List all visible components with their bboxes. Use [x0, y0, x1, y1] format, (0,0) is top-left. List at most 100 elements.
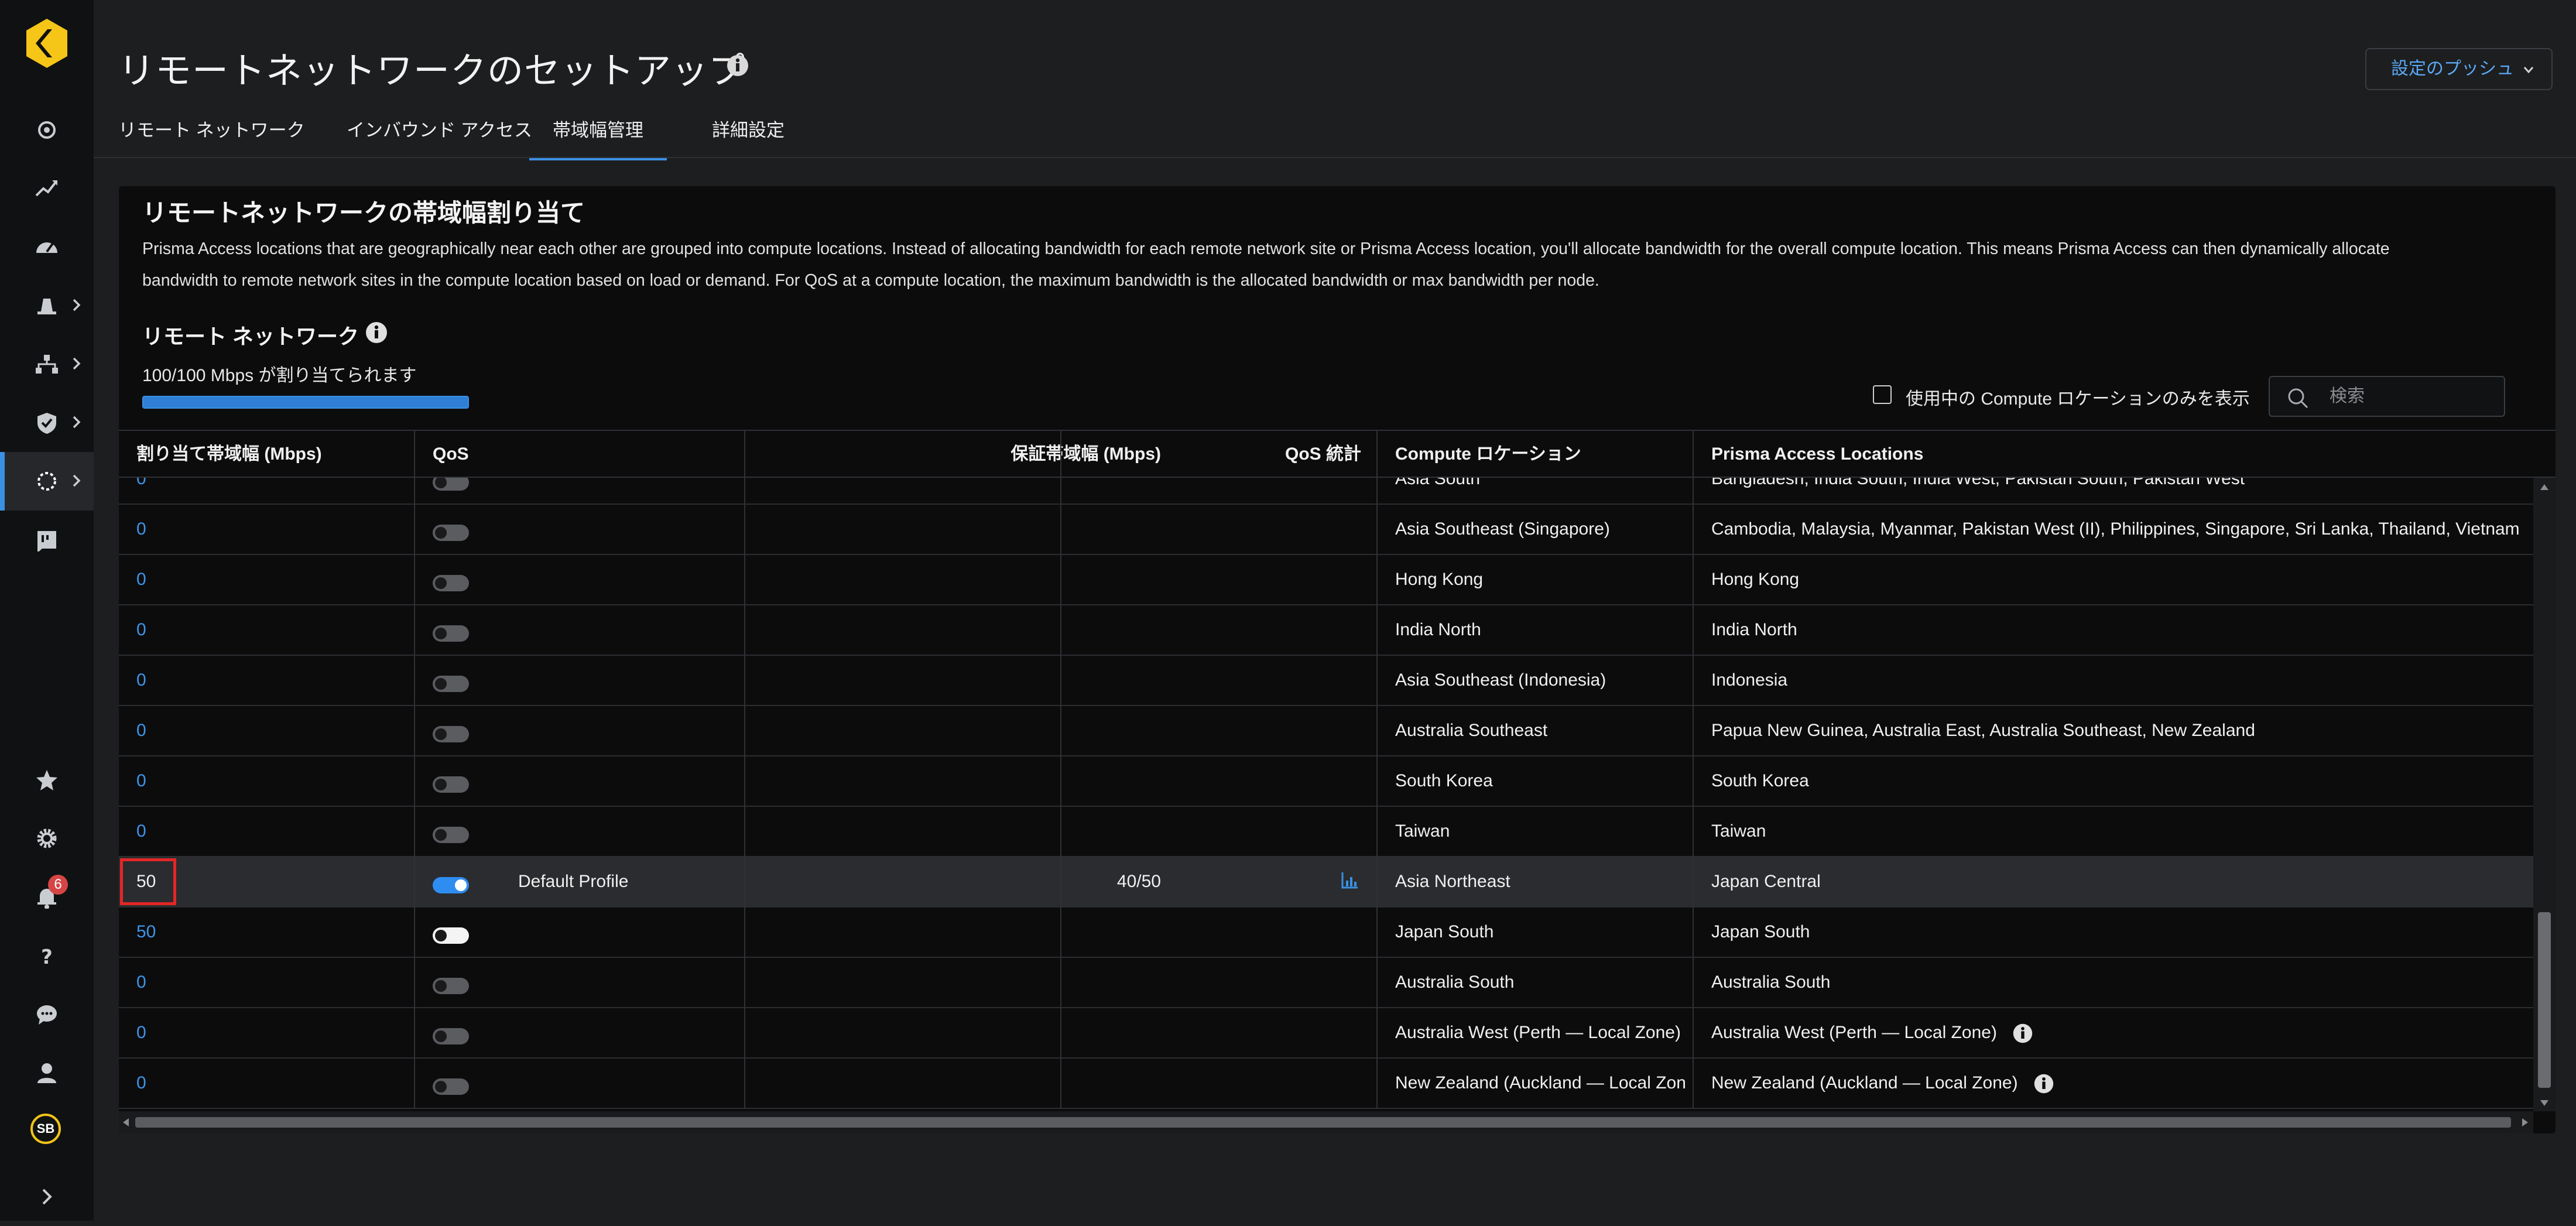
horizontal-scrollbar[interactable]: [119, 1111, 2533, 1133]
bandwidth-value[interactable]: 0: [136, 605, 146, 655]
section-title: リモートネットワークの帯域幅割り当て: [142, 199, 585, 227]
sidebar-item-favorites[interactable]: [0, 751, 94, 809]
info-icon[interactable]: [2018, 1073, 2054, 1094]
table-row[interactable]: 0 India North India North: [119, 605, 2533, 656]
qos-toggle[interactable]: [433, 525, 469, 541]
qos-toggle[interactable]: [433, 776, 469, 793]
bandwidth-value[interactable]: 0: [136, 478, 146, 504]
qos-toggle[interactable]: [433, 575, 469, 591]
col-header-compute-location[interactable]: Compute ロケーション: [1395, 431, 1581, 478]
sidebar-item-incidents[interactable]: [0, 511, 94, 569]
table-row[interactable]: 0 Australia Southeast Papua New Guinea, Au…: [119, 706, 2533, 756]
qos-toggle[interactable]: [433, 726, 469, 742]
compute-location: Australia Southeast: [1395, 721, 1548, 740]
bandwidth-value[interactable]: 0: [136, 958, 146, 1007]
chevron-down-icon: [2523, 67, 2534, 74]
sidebar-item-security[interactable]: [0, 393, 94, 452]
scroll-down-icon[interactable]: [2540, 1100, 2549, 1107]
column-divider: [1693, 478, 1694, 505]
column-divider: [744, 555, 745, 605]
search-input[interactable]: [2328, 384, 2495, 409]
bandwidth-value[interactable]: 0: [136, 1008, 146, 1057]
vertical-scrollbar[interactable]: [2533, 478, 2556, 1111]
bandwidth-value[interactable]: 0: [136, 756, 146, 806]
table-row[interactable]: 0 Australia West (Perth — Local Zone) Aust…: [119, 1008, 2533, 1059]
vertical-scrollbar-thumb[interactable]: [2538, 912, 2551, 1088]
compute-location: Hong Kong: [1395, 570, 1484, 589]
tab-bandwidth-management[interactable]: 帯域幅管理: [529, 117, 667, 160]
col-header-qos[interactable]: QoS: [433, 431, 469, 478]
qos-toggle[interactable]: [433, 927, 469, 944]
scroll-left-icon[interactable]: [122, 1118, 129, 1127]
bandwidth-value[interactable]: 0: [136, 1059, 146, 1108]
qos-toggle[interactable]: [433, 978, 469, 994]
bandwidth-value[interactable]: 50: [136, 907, 156, 957]
bandwidth-value[interactable]: 0: [136, 505, 146, 554]
table-row[interactable]: 0 South Korea South Korea: [119, 756, 2533, 807]
table-row[interactable]: 0 Australia South Australia South: [119, 958, 2533, 1008]
col-header-bandwidth[interactable]: 割り当て帯域幅 (Mbps): [136, 431, 322, 478]
compute-location: Asia Southeast (Singapore): [1395, 519, 1610, 539]
sidebar-item-expand[interactable]: [0, 1167, 94, 1226]
col-header-qos-stats[interactable]: QoS 統計: [1196, 431, 1361, 478]
sidebar-item-chat[interactable]: [0, 985, 94, 1043]
prisma-access-locations: Cambodia, Malaysia, Myanmar, Pakistan We…: [1711, 505, 2531, 554]
sidebar-item-dashboard[interactable]: [0, 218, 94, 276]
sidebar-item-workflows[interactable]: [0, 452, 94, 511]
qos-toggle[interactable]: [433, 478, 469, 491]
prisma-access-locations-text: New Zealand (Auckland — Local Zone): [1711, 1073, 2018, 1093]
tab-inbound-access[interactable]: インバウンド アクセス: [347, 117, 532, 157]
bandwidth-value[interactable]: 0: [136, 656, 146, 705]
avatar[interactable]: SB: [30, 1114, 61, 1144]
qos-toggle[interactable]: [433, 625, 469, 642]
push-config-button[interactable]: 設定のプッシュ: [2365, 48, 2553, 90]
table-row[interactable]: 0 Asia Southeast (Indonesia) Indonesia: [119, 656, 2533, 706]
table-row[interactable]: 0 Asia South Bangladesh, India South, Indi…: [119, 478, 2533, 505]
sidebar-item-help[interactable]: ?: [0, 926, 94, 985]
column-divider: [1693, 656, 1694, 706]
info-icon[interactable]: [1997, 1023, 2033, 1043]
info-icon[interactable]: [726, 54, 749, 77]
prisma-logo-icon[interactable]: [26, 19, 67, 68]
sidebar-item-avatar[interactable]: SB: [0, 1102, 94, 1160]
col-header-prisma-access-locations[interactable]: Prisma Access Locations: [1711, 431, 1923, 478]
remote-networks-subtitle: リモート ネットワーク: [142, 324, 359, 348]
tab-remote-networks[interactable]: リモート ネットワーク: [118, 117, 305, 157]
qos-toggle[interactable]: [433, 827, 469, 843]
column-divider: [1693, 857, 1694, 907]
sidebar-item-activity[interactable]: [0, 101, 94, 159]
table-row[interactable]: 0 Hong Kong Hong Kong: [119, 555, 2533, 605]
bandwidth-value[interactable]: 0: [136, 807, 146, 856]
in-use-only-checkbox[interactable]: [1873, 385, 1892, 404]
prisma-access-locations: Japan Central: [1711, 857, 2531, 906]
scroll-right-icon[interactable]: [2522, 1118, 2529, 1127]
table-row[interactable]: 0 Taiwan Taiwan: [119, 807, 2533, 857]
table-row[interactable]: 50 Japan South Japan South: [119, 907, 2533, 958]
table-row[interactable]: 50 Default Profile 40/50 Asia Northeast Japa…: [119, 857, 2533, 907]
col-header-guaranteed[interactable]: 保証帯域幅 (Mbps): [896, 431, 1161, 478]
qos-toggle[interactable]: [433, 1078, 469, 1095]
prisma-access-locations: South Korea: [1711, 756, 2531, 806]
qos-stats-chart-icon[interactable]: [1340, 870, 1360, 890]
column-divider: [744, 958, 745, 1008]
sidebar-item-user[interactable]: [0, 1043, 94, 1102]
column-divider: [1060, 756, 1061, 807]
scroll-up-icon[interactable]: [2540, 484, 2549, 491]
sidebar-item-alerts[interactable]: [0, 276, 94, 335]
info-icon[interactable]: [365, 321, 388, 344]
bandwidth-value[interactable]: 0: [136, 706, 146, 755]
sidebar-item-settings[interactable]: [0, 809, 94, 868]
column-divider: [1693, 505, 1694, 555]
tab-advanced-settings[interactable]: 詳細設定: [712, 117, 785, 157]
qos-toggle[interactable]: [433, 1028, 469, 1045]
table-row[interactable]: 0 New Zealand (Auckland — Local Zon New Ze…: [119, 1059, 2533, 1109]
sidebar-item-network[interactable]: [0, 335, 94, 393]
sidebar-item-notifications[interactable]: 6: [0, 868, 94, 926]
sidebar-item-insights[interactable]: [0, 159, 94, 218]
qos-toggle[interactable]: [433, 676, 469, 692]
qos-toggle[interactable]: [433, 877, 469, 893]
bandwidth-value[interactable]: 0: [136, 555, 146, 604]
table-row[interactable]: 0 Asia Southeast (Singapore) Cambodia, Mal…: [119, 505, 2533, 555]
bandwidth-edit-highlight: [120, 858, 176, 905]
horizontal-scrollbar-thumb[interactable]: [135, 1117, 2511, 1128]
